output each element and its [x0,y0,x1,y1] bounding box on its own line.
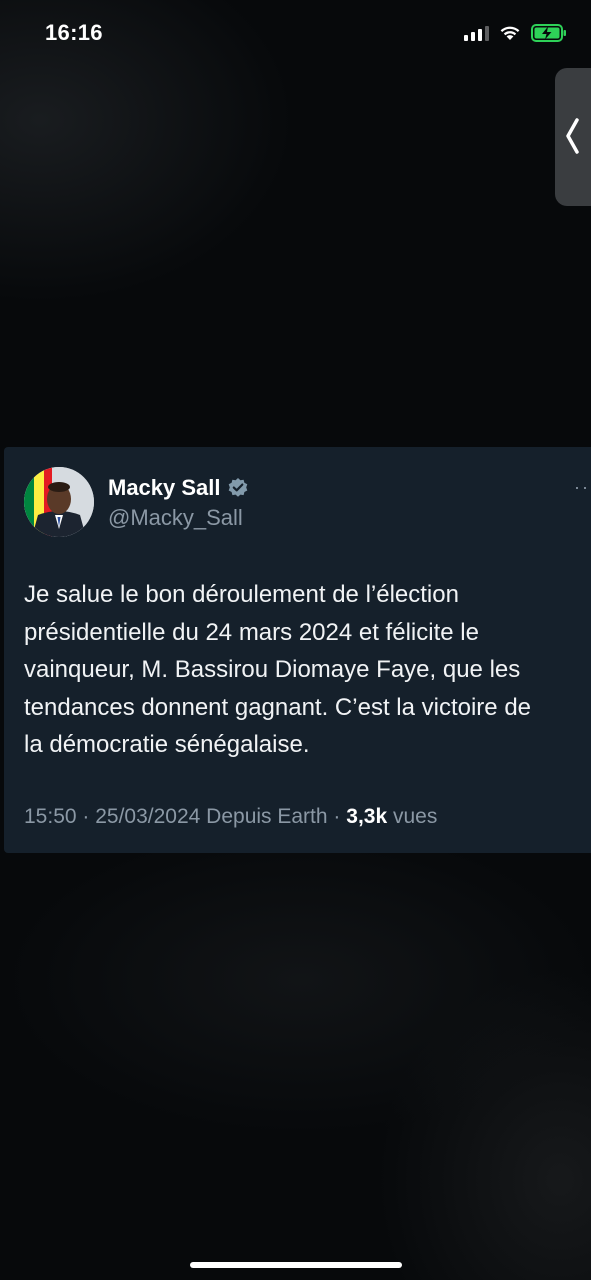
tweet-text-line: Je salue le bon déroulement de l’électio… [24,581,459,608]
tweet-text: Je salue le bon déroulement de l’électio… [24,576,591,764]
home-indicator[interactable] [190,1262,402,1268]
tweet-card[interactable]: Macky Sall @Macky_Sall ··· Je salue le b… [4,447,591,853]
tweet-source: Depuis Earth [206,805,328,828]
avatar[interactable] [24,467,94,537]
tweet-meta: 15:50 · 25/03/2024 Depuis Earth · 3,3k v… [24,805,437,829]
status-bar: 16:16 [0,0,591,72]
views-label: vues [392,805,438,828]
status-time: 16:16 [45,20,103,45]
verified-badge-icon [228,478,247,497]
author-name-row: Macky Sall [108,475,249,501]
tweet-text-line: présidentielle du 24 mars 2024 et félici… [24,618,479,646]
cellular-signal-icon [464,25,489,41]
more-options-icon[interactable]: ··· [574,477,591,498]
meta-separator: · [333,805,341,828]
wifi-icon [499,25,521,41]
tweet-text-line: vainqueur, M. Bassirou Diomaye Faye, que… [24,656,521,683]
author-name[interactable]: Macky Sall [108,475,221,501]
status-icons [464,24,567,42]
tweet-timestamp[interactable]: 15:50 · 25/03/2024 [24,805,200,828]
tweet-text-line: tendances donnent gagnant. C’est la vict… [24,693,532,721]
tweet-text-line: la démocratie sénégalaise. [24,731,310,758]
screen: 16:16 Macky Sall @Macky_Sall ·· Je salue… [0,0,591,1280]
author-handle[interactable]: @Macky_Sall [108,505,243,531]
battery-charging-icon [531,24,567,42]
views-count: 3,3k [346,805,388,828]
chevron-left-icon [566,118,579,154]
side-panel-handle[interactable] [555,68,591,206]
